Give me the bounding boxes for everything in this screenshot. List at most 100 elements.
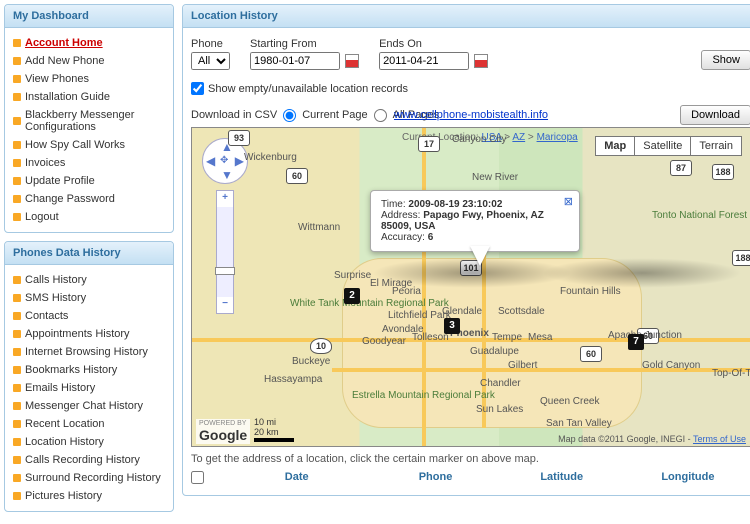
city-label: New River [472,172,518,183]
col-phone[interactable]: Phone [372,471,498,487]
google-logo: POWERED BY Google [196,419,250,444]
nav-link[interactable]: Bookmarks History [25,364,117,376]
bullet-icon [13,384,21,392]
route-shield: 60 [286,168,308,184]
zoom-in-button[interactable]: + [217,191,233,207]
map-marker[interactable]: 7 [628,334,644,350]
zoom-slider[interactable] [217,207,233,297]
nav-link[interactable]: Surround Recording History [25,472,161,484]
city-label: Peoria [392,286,421,297]
map-marker[interactable]: 3 [444,318,460,334]
zoom-control: + − [216,190,234,314]
promo-link[interactable]: www.cellphone-mobistealth.info [394,109,548,121]
nav-link[interactable]: SMS History [25,292,86,304]
bullet-icon [13,213,21,221]
nav-link[interactable]: How Spy Call Works [25,139,125,151]
dashboard-title: My Dashboard [5,5,173,28]
show-empty-checkbox[interactable] [191,82,204,95]
nav-link[interactable]: Contacts [25,310,68,322]
map-type-map[interactable]: Map [596,137,634,155]
nav-link[interactable]: Recent Location [25,418,105,430]
history-title: Phones Data History [5,242,173,265]
nav-link[interactable]: Messenger Chat History [25,400,143,412]
hint-text: To get the address of a location, click … [191,447,750,469]
bullet-icon [13,402,21,410]
pan-down-icon[interactable]: ▼ [221,168,233,182]
city-label: Scottsdale [498,306,545,317]
route-shield: 188 [732,250,750,266]
terms-link[interactable]: Terms of Use [693,434,746,444]
to-input[interactable] [379,52,469,70]
nav-link[interactable]: View Phones [25,73,89,85]
history-nav: Calls History SMS History Contacts Appointm… [13,271,165,505]
download-button[interactable]: Download [680,105,750,125]
dashboard-nav: Account Home Add New Phone View Phones Inst… [13,34,165,226]
city-label: Canyon City [452,134,506,145]
info-accuracy: 6 [428,232,434,243]
city-label: Gilbert [508,360,537,371]
nav-link[interactable]: Blackberry Messenger Configurations [25,109,165,133]
close-icon[interactable]: ⊠ [564,195,573,208]
bullet-icon [13,195,21,203]
col-lon[interactable]: Longitude [625,471,750,487]
phone-select[interactable]: All [191,52,230,70]
select-all-checkbox[interactable] [191,471,204,484]
nav-link[interactable]: Installation Guide [25,91,110,103]
nav-link[interactable]: Logout [25,211,59,223]
nav-link[interactable]: Internet Browsing History [25,346,148,358]
map-marker[interactable]: 2 [344,288,360,304]
zoom-out-button[interactable]: − [217,297,233,313]
city-label: Apache Junction [608,330,682,341]
col-date[interactable]: Date [221,471,372,487]
bullet-icon [13,438,21,446]
download-label: Download in CSV [191,109,277,121]
bullet-icon [13,312,21,320]
bullet-icon [13,474,21,482]
nav-link[interactable]: Change Password [25,193,115,205]
show-button[interactable]: Show [701,50,750,70]
pan-right-icon[interactable]: ▶ [235,154,244,168]
info-window-tail [470,246,490,266]
bullet-icon [13,117,21,125]
city-label: Fountain Hills [560,286,621,297]
info-time: 2009-08-19 23:10:02 [408,199,502,210]
dashboard-panel: My Dashboard Account Home Add New Phone Vi… [4,4,174,233]
city-label: Gold Canyon [642,360,700,371]
nav-link[interactable]: Calls Recording History [25,454,140,466]
bullet-icon [13,39,21,47]
nav-link[interactable]: Appointments History [25,328,130,340]
dl-current-radio[interactable] [283,109,296,122]
city-label: Tempe [492,332,522,343]
nav-link[interactable]: Emails History [25,382,95,394]
nav-link[interactable]: Invoices [25,157,65,169]
history-panel: Phones Data History Calls History SMS His… [4,241,174,512]
city-label: Queen Creek [540,396,599,407]
map-type-terrain[interactable]: Terrain [690,137,741,155]
pan-reset-icon[interactable]: ✥ [220,155,228,166]
zoom-thumb[interactable] [215,267,235,275]
city-label: Mesa [528,332,552,343]
nav-link[interactable]: Update Profile [25,175,95,187]
route-shield: 87 [670,160,692,176]
map[interactable]: Current Location: USA > AZ > Maricopa Ma… [191,127,750,447]
map-type-satellite[interactable]: Satellite [634,137,690,155]
pan-left-icon[interactable]: ◀ [206,154,215,168]
main-panel: Location History Phone All Starting From… [182,4,750,496]
nav-link[interactable]: Calls History [25,274,87,286]
bullet-icon [13,456,21,464]
bc-maricopa[interactable]: Maricopa [537,132,578,143]
bullet-icon [13,366,21,374]
filter-row: Phone All Starting From Ends On Show [191,34,750,78]
calendar-icon[interactable] [474,54,488,68]
from-input[interactable] [250,52,340,70]
nav-link[interactable]: Location History [25,436,104,448]
nav-link[interactable]: Account Home [25,37,103,49]
col-lat[interactable]: Latitude [499,471,625,487]
dl-all-radio[interactable] [374,109,387,122]
bc-az[interactable]: AZ [512,132,525,143]
city-label: Surprise [334,270,371,281]
nav-link[interactable]: Pictures History [25,490,102,502]
calendar-icon[interactable] [345,54,359,68]
nav-link[interactable]: Add New Phone [25,55,105,67]
from-label: Starting From [250,38,359,50]
